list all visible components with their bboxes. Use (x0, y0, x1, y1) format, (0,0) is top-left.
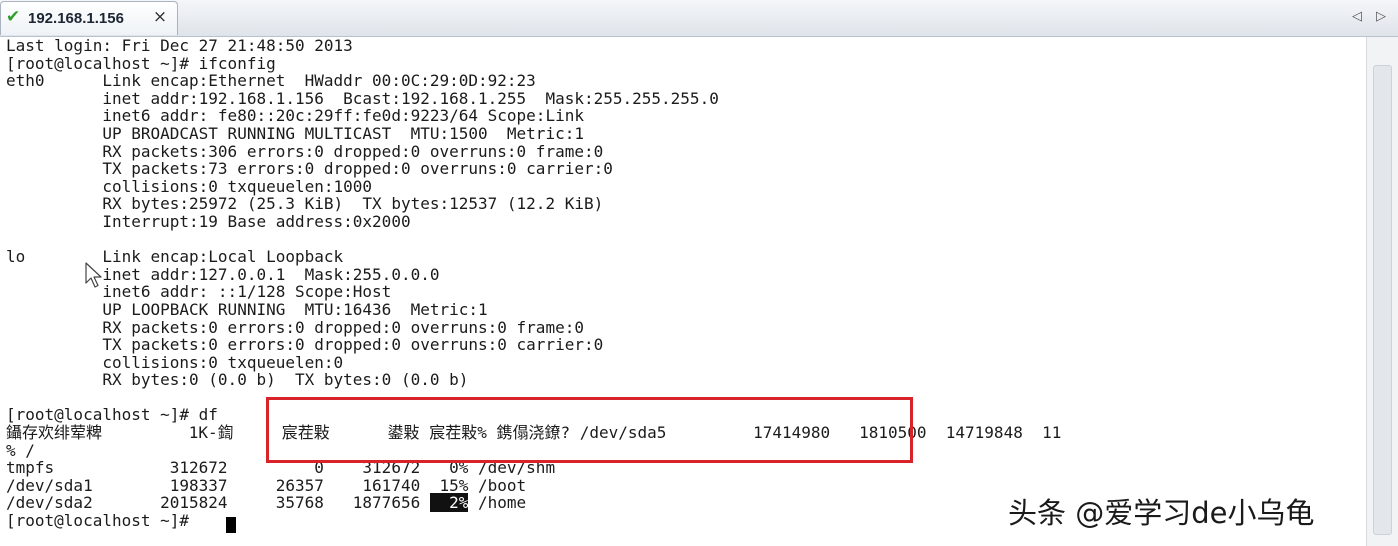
terminal-line: inet6 addr: fe80::20c:29ff:fe0d:9223/64 … (6, 106, 584, 126)
text-cursor (226, 517, 236, 533)
terminal-line: UP LOOPBACK RUNNING MTU:16436 Metric:1 (6, 299, 488, 319)
watermark: 头条 @爱学习de小乌龟 (1008, 496, 1315, 530)
terminal-line: UP BROADCAST RUNNING MULTICAST MTU:1500 … (6, 123, 584, 143)
terminal-output[interactable]: Last login: Fri Dec 27 21:48:50 2013 [ro… (0, 37, 1366, 546)
close-icon[interactable]: × (151, 8, 169, 26)
check-icon: ✔ (6, 7, 21, 27)
terminal-line-tail: /home (468, 493, 527, 513)
terminal-line: RX bytes:25972 (25.3 KiB) TX bytes:12537… (6, 194, 604, 214)
annotation-highlight-box (266, 397, 913, 463)
terminal-line: collisions:0 txqueuelen:1000 (6, 176, 373, 196)
session-tab[interactable]: ✔ 192.168.1.156 × (0, 1, 178, 35)
terminal-line: eth0 Link encap:Ethernet HWaddr 00:0C:29… (6, 71, 536, 91)
mouse-pointer-icon (85, 262, 102, 288)
terminal-line: TX packets:73 errors:0 dropped:0 overrun… (6, 159, 613, 179)
terminal-line: RX packets:306 errors:0 dropped:0 overru… (6, 141, 604, 161)
terminal-line: Last login: Fri Dec 27 21:48:50 2013 (6, 37, 353, 55)
terminal-line: inet addr:127.0.0.1 Mask:255.0.0.0 (6, 264, 440, 284)
terminal-line: inet addr:192.168.1.156 Bcast:192.168.1.… (6, 88, 719, 108)
terminal-line: /dev/sda1 198337 26357 161740 15% /boot (6, 475, 527, 495)
terminal-line: RX bytes:0 (0.0 b) TX bytes:0 (0.0 b) (6, 370, 469, 390)
terminal-line-text: /dev/sda2 2015824 35768 1877656 (6, 493, 430, 513)
terminal-line: [root@localhost ~]# ifconfig (6, 53, 276, 73)
terminal-line: inet6 addr: ::1/128 Scope:Host (6, 282, 392, 302)
tab-title: 192.168.1.156 (28, 10, 124, 27)
selection-highlight: 2% (429, 493, 469, 513)
scrollbar-thumb[interactable] (1373, 65, 1392, 535)
vertical-scrollbar[interactable] (1366, 37, 1398, 546)
terminal-line: lo Link encap:Local Loopback (6, 247, 344, 267)
tab-scroll-right-icon[interactable]: ▷ (1374, 8, 1388, 26)
tab-scroll-left-icon[interactable]: ◁ (1350, 8, 1364, 26)
terminal-line: Interrupt:19 Base address:0x2000 (6, 211, 411, 231)
tab-bar: ✔ 192.168.1.156 × ◁ ▷ (0, 0, 1398, 37)
terminal-line: TX packets:0 errors:0 dropped:0 overruns… (6, 335, 604, 355)
terminal-line: collisions:0 txqueuelen:0 (6, 352, 344, 372)
terminal-line: RX packets:0 errors:0 dropped:0 overruns… (6, 317, 584, 337)
